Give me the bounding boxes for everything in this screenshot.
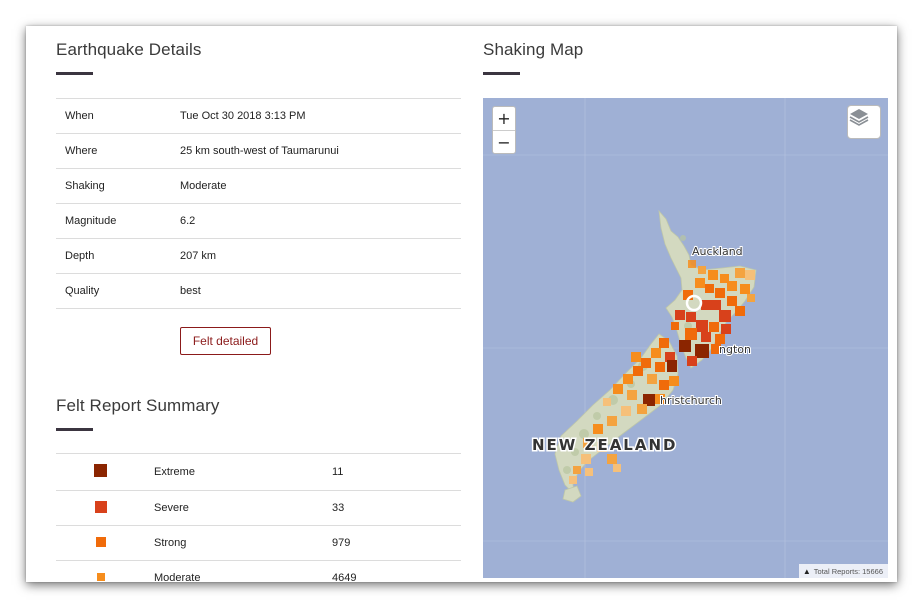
summary-row-strong: Strong 979 xyxy=(56,525,461,561)
shaking-map[interactable]: Auckland ngton hristchurch NEW ZEALAND +… xyxy=(483,98,888,578)
summary-row-extreme: Extreme 11 xyxy=(56,453,461,491)
details-value: 6.2 xyxy=(180,203,461,239)
details-label: When xyxy=(56,98,180,134)
details-row-when: When Tue Oct 30 2018 3:13 PM xyxy=(56,98,461,134)
details-label: Magnitude xyxy=(56,203,180,239)
summary-row-moderate: Moderate 4649 xyxy=(56,560,461,582)
moderate-swatch xyxy=(97,573,105,582)
details-value: Tue Oct 30 2018 3:13 PM xyxy=(180,98,461,134)
zoom-out-button[interactable]: − xyxy=(493,130,515,153)
map-canvas: Auckland ngton hristchurch NEW ZEALAND xyxy=(483,98,888,578)
extreme-swatch xyxy=(94,464,107,477)
summary-label: Severe xyxy=(154,490,332,526)
felt-report-summary-title: Felt Report Summary xyxy=(56,396,220,415)
strong-swatch xyxy=(96,536,106,547)
zoom-in-button[interactable]: + xyxy=(493,107,515,130)
zoom-control: + − xyxy=(492,106,516,154)
layers-icon xyxy=(849,109,869,126)
details-value: best xyxy=(180,273,461,309)
summary-count: 33 xyxy=(332,490,461,526)
summary-label: Extreme xyxy=(154,453,332,491)
details-label: Quality xyxy=(56,273,180,309)
title-underline xyxy=(56,428,93,431)
map-label-auckland: Auckland xyxy=(692,245,743,258)
details-row-shaking: Shaking Moderate xyxy=(56,168,461,204)
title-underline xyxy=(56,72,93,75)
shaking-map-title: Shaking Map xyxy=(483,40,584,59)
layers-button[interactable] xyxy=(847,105,881,139)
details-label: Depth xyxy=(56,238,180,274)
details-label: Shaking xyxy=(56,168,180,204)
map-attribution: ▲ Total Reports: 15666 xyxy=(798,564,888,578)
details-value: Moderate xyxy=(180,168,461,204)
earthquake-card: Earthquake Details When Tue Oct 30 2018 … xyxy=(26,26,897,582)
felt-detailed-button[interactable]: Felt detailed xyxy=(180,327,271,355)
details-row-quality: Quality best xyxy=(56,273,461,309)
summary-row-severe: Severe 33 xyxy=(56,490,461,526)
felt-report-summary-table: Extreme 11 Severe 33 Strong 979 Moderate… xyxy=(56,453,461,582)
map-column: Shaking Map Auckland ngton hristchurch N… xyxy=(483,26,889,582)
summary-count: 4649 xyxy=(332,560,461,582)
earthquake-details-title: Earthquake Details xyxy=(56,40,202,59)
details-label: Where xyxy=(56,133,180,169)
expand-caret-icon[interactable]: ▲ xyxy=(803,567,811,576)
details-row-magnitude: Magnitude 6.2 xyxy=(56,203,461,239)
severe-swatch xyxy=(95,500,107,513)
details-column: Earthquake Details When Tue Oct 30 2018 … xyxy=(56,26,461,582)
map-label-country: NEW ZEALAND xyxy=(532,436,677,454)
details-row-where: Where 25 km south-west of Taumarunui xyxy=(56,133,461,169)
map-label-wellington: ngton xyxy=(719,343,751,356)
summary-count: 11 xyxy=(332,453,461,491)
details-value: 207 km xyxy=(180,238,461,274)
details-row-depth: Depth 207 km xyxy=(56,238,461,274)
title-underline xyxy=(483,72,520,75)
map-label-christchurch: hristchurch xyxy=(660,394,722,407)
total-reports-text: Total Reports: 15666 xyxy=(813,566,883,576)
summary-label: Moderate xyxy=(154,560,332,582)
earthquake-details-table: When Tue Oct 30 2018 3:13 PM Where 25 km… xyxy=(56,98,461,309)
details-value: 25 km south-west of Taumarunui xyxy=(180,133,461,169)
summary-label: Strong xyxy=(154,525,332,561)
summary-count: 979 xyxy=(332,525,461,561)
